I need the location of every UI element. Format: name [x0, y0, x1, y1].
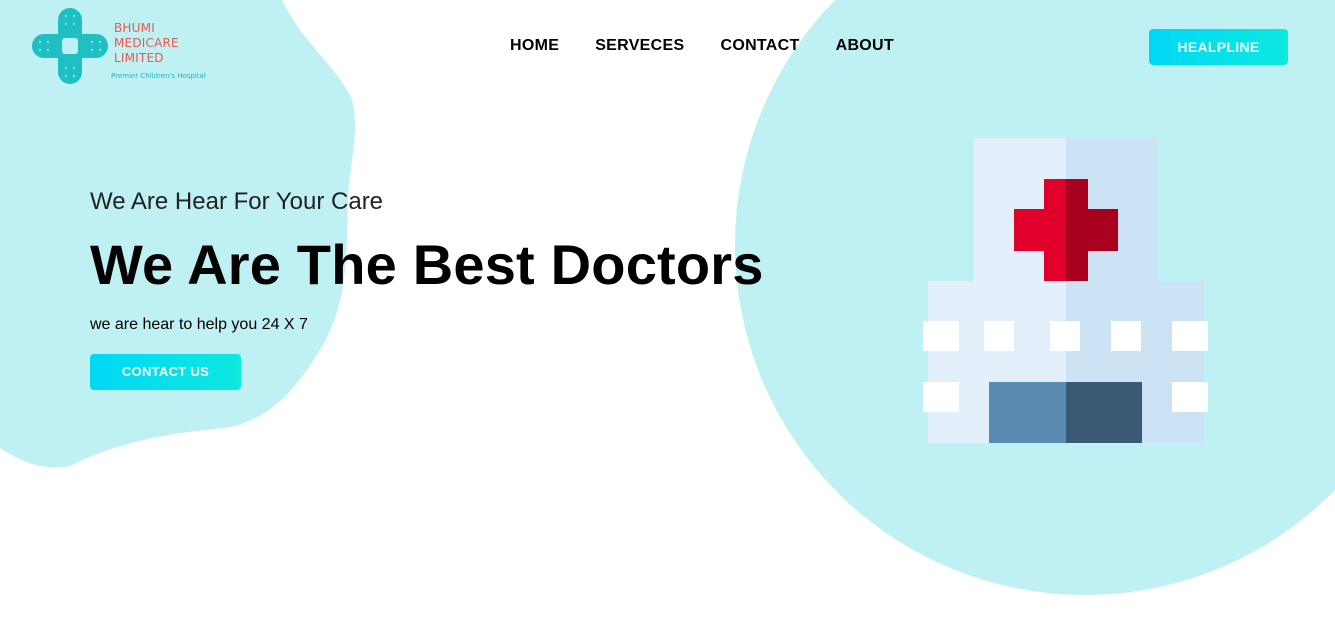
brand-name-line: LIMITED	[114, 51, 164, 65]
landing-page: BHUMI MEDICARE LIMITED Premier Children'…	[0, 0, 1335, 635]
brand-name: BHUMI MEDICARE LIMITED	[114, 21, 179, 66]
hero-title: We Are The Best Doctors	[90, 233, 764, 296]
brand-logo[interactable]: BHUMI MEDICARE LIMITED Premier Children'…	[32, 8, 232, 88]
brand-name-line: BHUMI	[114, 21, 155, 35]
bandage-cross-icon	[32, 8, 108, 84]
contact-us-button[interactable]: CONTACT US	[90, 353, 241, 390]
main-nav: HOME SERVECES CONTACT ABOUT	[510, 37, 930, 55]
nav-services[interactable]: SERVECES	[595, 37, 684, 55]
nav-contact[interactable]: CONTACT	[720, 37, 799, 55]
hero-section: We Are Hear For Your Care We Are The Bes…	[90, 188, 764, 390]
helpline-button[interactable]: HEALPLINE	[1149, 29, 1288, 65]
brand-tagline: Premier Children's Hospital	[111, 72, 206, 80]
nav-home[interactable]: HOME	[510, 37, 559, 55]
nav-about[interactable]: ABOUT	[836, 37, 894, 55]
brand-name-line: MEDICARE	[114, 36, 179, 50]
hero-text: we are hear to help you 24 X 7	[90, 315, 308, 333]
hero-subtitle: We Are Hear For Your Care	[90, 188, 384, 215]
hospital-building-icon	[923, 138, 1208, 443]
